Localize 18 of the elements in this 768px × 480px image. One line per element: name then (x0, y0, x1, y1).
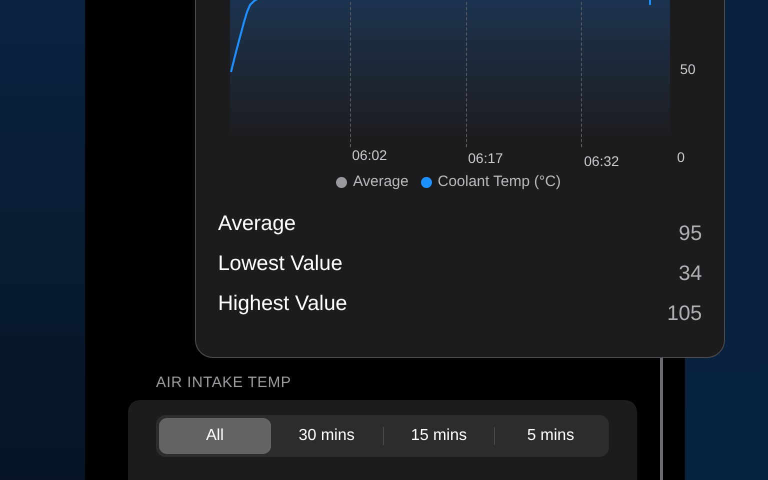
x-tick-label: 06:32 (584, 152, 620, 171)
stat-label: Lowest Value (218, 251, 343, 277)
stat-label: Average (218, 211, 296, 237)
time-range-tab[interactable]: 5 mins (495, 418, 606, 454)
y-tick-label: 50 (680, 60, 696, 79)
time-range-tab[interactable]: 30 mins (270, 418, 382, 454)
x-tick-label: 06:17 (468, 149, 504, 168)
time-range-tab[interactable]: All (159, 418, 271, 454)
section-title: AIR INTAKE TEMP (156, 373, 292, 393)
stat-value: 95 (678, 221, 702, 247)
stat-value: 34 (678, 261, 702, 287)
time-range-tab[interactable]: 15 mins (384, 418, 494, 454)
legend-label: Coolant Temp (°C) (438, 172, 561, 192)
stat-value: 105 (666, 301, 702, 327)
x-tick-label: 06:02 (352, 146, 388, 165)
y-tick-label: 0 (677, 148, 685, 167)
legend-label: Average (353, 172, 409, 192)
stat-label: Highest Value (218, 291, 348, 317)
